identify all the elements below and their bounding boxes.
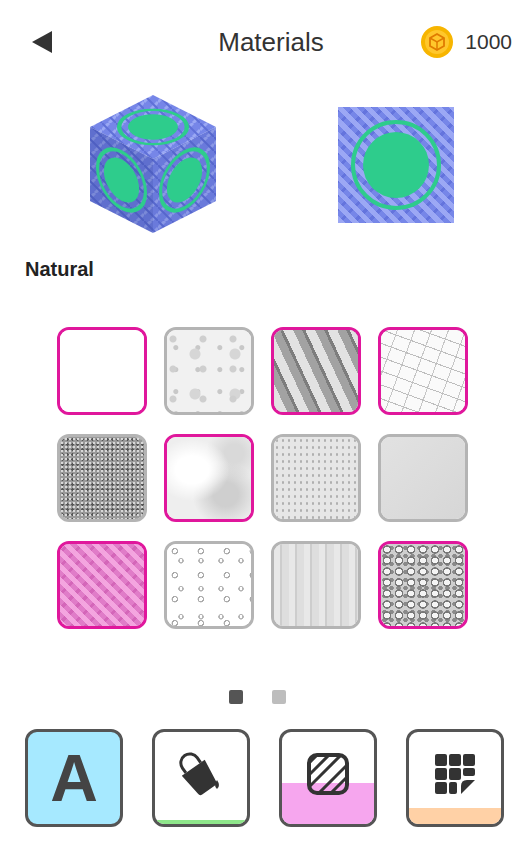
- tool-level: [155, 820, 247, 824]
- tool-bar: A: [0, 729, 528, 827]
- material-tile[interactable]: [164, 327, 254, 415]
- material-tile[interactable]: [57, 541, 147, 629]
- texture-swatch: [274, 437, 358, 519]
- texture-swatch: [381, 437, 465, 519]
- coin-icon: [421, 26, 453, 58]
- material-grid: [0, 327, 528, 629]
- badge-ring-icon: [351, 120, 441, 210]
- screen-title: Materials: [218, 27, 323, 58]
- flat-preview: [338, 107, 454, 223]
- cube-preview-icon[interactable]: [88, 95, 218, 235]
- material-tile[interactable]: [378, 541, 468, 629]
- material-tile[interactable]: [57, 434, 147, 522]
- material-tile[interactable]: [164, 541, 254, 629]
- font-label: A: [50, 745, 98, 811]
- material-tile[interactable]: [164, 434, 254, 522]
- paint-bucket-icon: [177, 750, 225, 798]
- tool-level: [409, 808, 501, 824]
- header: Materials1000: [0, 0, 528, 84]
- material-tile[interactable]: [57, 327, 147, 415]
- pattern-icon: [305, 751, 351, 797]
- page-dot[interactable]: [229, 690, 243, 704]
- texture-swatch: [60, 437, 144, 519]
- tool-button[interactable]: [279, 729, 377, 827]
- back-arrow-icon[interactable]: [30, 30, 54, 54]
- texture-swatch: [60, 544, 144, 626]
- texture-swatch: [167, 544, 251, 626]
- material-tile[interactable]: [271, 434, 361, 522]
- texture-swatch: [274, 330, 358, 412]
- material-preview: [0, 95, 528, 235]
- tool-level: [282, 783, 374, 824]
- tool-button[interactable]: [152, 729, 250, 827]
- texture-swatch: [167, 330, 251, 412]
- texture-swatch: [274, 544, 358, 626]
- texture-swatch: [60, 330, 144, 412]
- material-tile[interactable]: [378, 434, 468, 522]
- coin-balance: 1000: [324, 26, 512, 58]
- section-title: Natural: [0, 257, 528, 281]
- texture-swatch: [167, 437, 251, 519]
- material-tile[interactable]: [378, 327, 468, 415]
- material-tile[interactable]: [271, 541, 361, 629]
- tool-button[interactable]: [406, 729, 504, 827]
- texture-swatch: [381, 330, 465, 412]
- materials-screen: Materials1000 Natural A: [0, 0, 528, 845]
- page-indicator: [0, 690, 528, 704]
- tool-button[interactable]: A: [25, 729, 123, 827]
- tiles-icon: [431, 750, 479, 798]
- texture-swatch: [381, 544, 465, 626]
- page-dot[interactable]: [272, 690, 286, 704]
- material-tile[interactable]: [271, 327, 361, 415]
